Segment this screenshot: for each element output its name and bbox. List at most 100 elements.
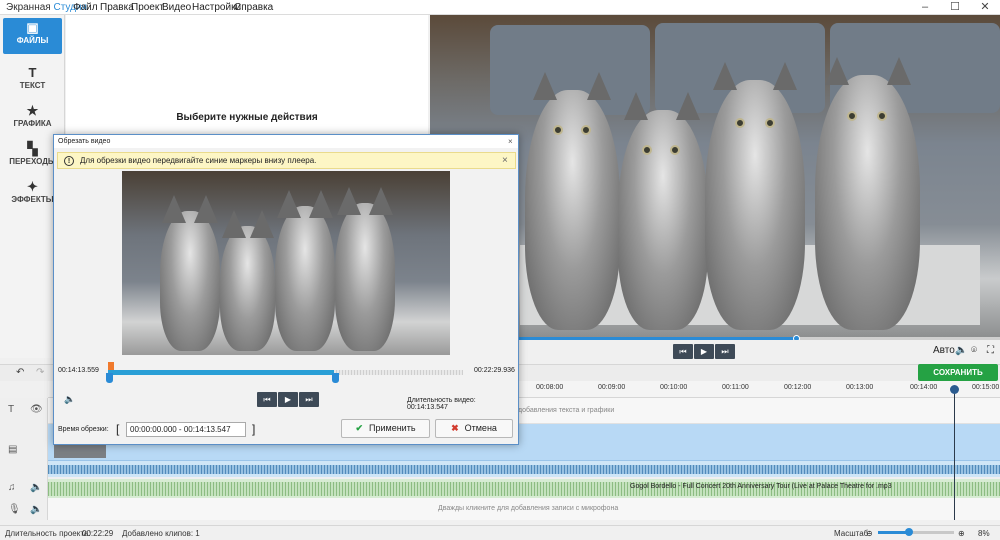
menu-video[interactable]: Видео [162,2,191,13]
actions-hint: Выберите нужные действия [176,112,318,123]
ruler-tick: 00:10:00 [660,384,688,391]
video-clip-thumbnail[interactable] [54,444,106,458]
volume-icon[interactable]: 🔈 [30,482,42,493]
eye [847,111,857,121]
apply-button[interactable]: ✔ Применить [341,419,430,438]
snapshot-icon[interactable]: ⌾ [971,345,977,356]
microphone-icon: 🎙 [8,504,21,515]
ear [713,62,737,90]
ear [337,187,361,215]
visibility-icon[interactable]: 👁 [30,404,43,415]
dialog-play-button[interactable]: ▶ [278,392,298,407]
status-bar: Длительность проекта: 00:22:29 Добавлено… [0,525,1000,540]
trim-range-field[interactable]: 00:00:00.000 - 00:14:13.547 [126,422,246,437]
cancel-icon: ✖ [451,423,459,433]
ruler-tick: 00:12:00 [784,384,812,391]
sidebar-item-label: ЭФФЕКТЫ [11,195,54,204]
ear [624,92,648,120]
ear [250,210,274,238]
ruler-tick: 00:15:00 [972,384,1000,391]
zoom-out-icon[interactable]: ⊖ [866,529,873,538]
dialog-next-button[interactable]: ⏭ [299,392,319,407]
volume-icon[interactable]: 🔈 [955,345,967,356]
trim-timeline[interactable] [106,362,463,384]
eye [553,125,563,135]
kitten [220,210,275,351]
menu-file[interactable]: Файл [73,2,98,13]
app-name: Экранная [6,2,54,13]
trim-end-marker[interactable] [332,373,339,383]
text-track-hint: добавления текста и графики [518,407,615,414]
trim-playhead[interactable] [108,362,114,370]
ear [825,57,849,85]
sidebar-item-label: ФАЙЛЫ [16,36,49,45]
zoom-slider[interactable] [878,528,954,536]
audio-waveform [48,465,1000,474]
trim-start-marker[interactable] [106,373,113,383]
duration-value: 00:22:29 [82,529,114,538]
music-track-icon: ♫ [8,482,16,493]
cancel-button[interactable]: ✖ Отмена [435,419,513,438]
kitten [705,62,805,330]
dialog-title: Обрезать видео [54,135,518,148]
eye [581,125,591,135]
sidebar-item-graphics[interactable]: ★ ГРАФИКА [3,101,62,137]
ear [277,190,301,218]
eye [670,145,680,155]
volume-icon[interactable]: 🔈 [30,504,42,515]
zoom-in-icon[interactable]: ⊕ [958,529,965,538]
trim-start-time: 00:14:13.559 [58,367,99,374]
menu-edit[interactable]: Правка [100,2,134,13]
ear [309,190,333,218]
playhead-handle[interactable] [950,385,959,394]
microphone-track[interactable]: Дважды кликните для добавления записи с … [48,498,1000,520]
video-audio-track[interactable] [48,461,1000,477]
prev-frame-button[interactable]: ⏮ [673,344,693,359]
redo-icon[interactable]: ↷ [36,367,44,378]
kitten [160,195,220,351]
ear [587,72,611,100]
auto-label[interactable]: Авто [933,345,955,356]
menu-project[interactable]: Проект [131,2,164,13]
sidebar-item-label: ГРАФИКА [13,119,52,128]
dialog-volume-icon[interactable]: 🔈 [64,394,75,405]
apply-label: Применить [369,423,416,433]
close-icon[interactable]: ✕ [970,0,1000,15]
video-track-icon: ▤ [8,444,18,455]
maximize-icon[interactable]: ☐ [940,0,970,15]
next-frame-button[interactable]: ⏭ [715,344,735,359]
sidebar-item-files[interactable]: ▣ ФАЙЛЫ [3,18,62,54]
minimize-icon[interactable]: – [910,0,940,15]
ear [676,92,700,120]
zoom-slider-knob[interactable] [905,528,913,536]
kitten [815,57,920,330]
eye [642,145,652,155]
ear [369,187,393,215]
dialog-close-icon[interactable]: × [508,135,518,148]
ear [887,57,911,85]
range-bracket-right[interactable]: ] [252,422,255,436]
play-button[interactable]: ▶ [694,344,714,359]
dialog-video-preview [122,171,450,355]
zoom-slider-fill [878,531,908,534]
ruler-tick: 00:14:00 [910,384,938,391]
menu-help[interactable]: Справка [234,2,273,13]
ear [533,72,557,100]
ear [773,62,797,90]
fullscreen-icon[interactable]: ⛶ [987,345,994,356]
text-icon: T [28,65,37,80]
save-video-button[interactable]: СОХРАНИТЬ ВИДЕО [918,364,998,394]
kitten [275,190,335,351]
eye [735,118,745,128]
ear [222,210,246,238]
dialog-notice-text: Для обрезки видео передвигайте синие мар… [80,156,317,165]
range-bracket-left[interactable]: [ [116,422,119,436]
undo-icon[interactable]: ↶ [16,367,24,378]
dialog-notice: ! Для обрезки видео передвигайте синие м… [57,152,516,169]
timeline-playhead[interactable] [954,388,955,520]
ear [194,195,218,223]
music-track[interactable]: Gogol Bordello - Full Concert 20th Anniv… [48,479,1000,498]
sidebar-item-text[interactable]: T ТЕКСТ [3,63,62,99]
notice-close-icon[interactable]: × [502,153,508,169]
dialog-prev-button[interactable]: ⏮ [257,392,277,407]
